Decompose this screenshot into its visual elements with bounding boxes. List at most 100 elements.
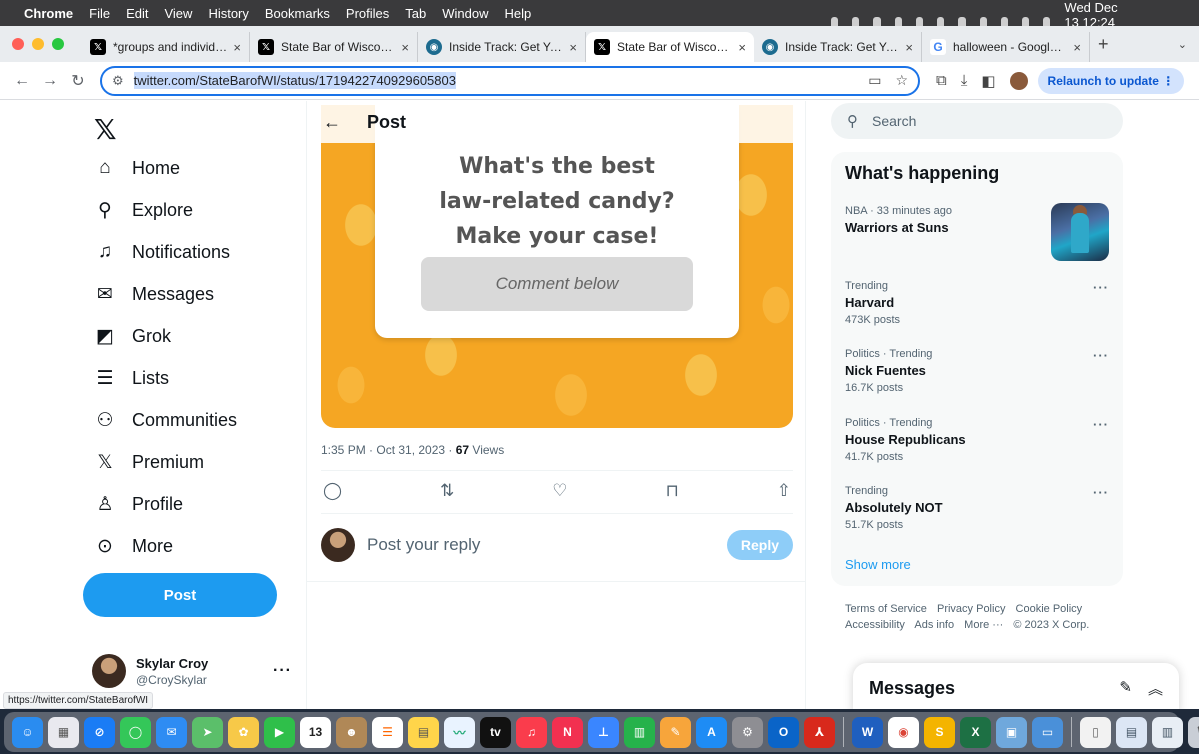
app-store-icon[interactable]: A	[696, 716, 727, 748]
menu-help[interactable]: Help	[505, 6, 532, 21]
more-dots-icon[interactable]: ···	[1093, 417, 1109, 432]
messages-icon[interactable]: ◯	[120, 716, 151, 748]
tab[interactable]: 𝕏 State Bar of Wisconsin ×	[250, 32, 418, 62]
trend-item[interactable]: Politics · Trending House Republicans 41…	[845, 417, 1109, 463]
post-button[interactable]: Post	[83, 573, 277, 617]
nav-grok[interactable]: ◩ Grok	[92, 325, 171, 348]
trend-item[interactable]: NBA · 33 minutes ago Warriors at Suns	[845, 203, 1109, 261]
menu-file[interactable]: File	[89, 6, 110, 21]
menu-app-name[interactable]: Chrome	[24, 6, 73, 21]
tab-search-chevron-icon[interactable]: ⌄	[1178, 38, 1187, 51]
tab[interactable]: ◉ Inside Track: Get Your ×	[418, 32, 586, 62]
slides-icon[interactable]: S	[924, 716, 955, 748]
close-tab-icon[interactable]: ×	[905, 40, 913, 55]
tab-active[interactable]: 𝕏 State Bar of Wisconsin ×	[586, 32, 754, 62]
tab[interactable]: 𝕏 *groups and individuals ×	[82, 32, 250, 62]
close-tab-icon[interactable]: ×	[1073, 40, 1081, 55]
reply-icon[interactable]: ◯	[323, 481, 342, 501]
reply-button[interactable]: Reply	[726, 530, 793, 560]
nav-lists[interactable]: ☰ Lists	[92, 367, 169, 390]
chrome-icon[interactable]: ◉	[888, 716, 919, 748]
new-message-icon[interactable]: ✎	[1119, 678, 1132, 699]
like-heart-icon[interactable]: ♡	[552, 481, 567, 501]
menu-edit[interactable]: Edit	[126, 6, 148, 21]
photos-icon[interactable]: ✿	[228, 716, 259, 748]
nav-home[interactable]: ⌂ Home	[92, 157, 180, 179]
nav-messages[interactable]: ✉ Messages	[92, 283, 214, 306]
facetime-icon[interactable]: ▶	[264, 716, 295, 748]
trend-item[interactable]: Politics · Trending Nick Fuentes 16.7K p…	[845, 348, 1109, 394]
more-dots-icon[interactable]: ···	[1093, 280, 1109, 295]
download-icon[interactable]: ⤓	[961, 72, 968, 89]
close-tab-icon[interactable]: ×	[233, 40, 241, 55]
music-icon[interactable]: ♫	[516, 716, 547, 748]
x-logo-icon[interactable]: 𝕏	[94, 113, 117, 146]
menu-view[interactable]: View	[164, 6, 192, 21]
nav-explore[interactable]: ⚲ Explore	[92, 199, 193, 222]
zoom-window-icon[interactable]	[52, 38, 64, 50]
tab[interactable]: ◉ Inside Track: Get Your ×	[754, 32, 922, 62]
footer-link[interactable]: Ads info	[914, 619, 954, 631]
back-arrow-icon[interactable]: ←	[10, 72, 34, 90]
close-window-icon[interactable]	[12, 38, 24, 50]
trend-item[interactable]: Trending Harvard 473K posts ···	[845, 280, 1109, 326]
tv-icon[interactable]: tv	[480, 716, 511, 748]
preview-icon[interactable]: ▣	[996, 716, 1027, 748]
safari-icon[interactable]: ⊘	[84, 716, 115, 748]
menu-window[interactable]: Window	[442, 6, 488, 21]
more-dots-icon[interactable]: ···	[1093, 348, 1109, 363]
account-switcher[interactable]: Skylar Croy @CroySkylar ···	[92, 654, 292, 688]
close-tab-icon[interactable]: ×	[401, 40, 409, 55]
excel-icon[interactable]: X	[960, 716, 991, 748]
numbers-icon[interactable]: ▥	[624, 716, 655, 748]
downloads-stack-icon[interactable]: ▥	[1152, 716, 1183, 748]
word-icon[interactable]: W	[852, 716, 883, 748]
contacts-icon[interactable]: ☻	[336, 716, 367, 748]
trend-item[interactable]: Trending Absolutely NOT 51.7K posts ···	[845, 485, 1109, 531]
profile-avatar[interactable]	[1009, 71, 1028, 90]
zoom-icon[interactable]: ▭	[1032, 716, 1063, 748]
system-settings-icon[interactable]: ⚙	[732, 716, 763, 748]
maps-icon[interactable]: ➤	[192, 716, 223, 748]
mail-icon[interactable]: ✉	[156, 716, 187, 748]
cast-icon[interactable]: ▭	[868, 72, 881, 89]
url-text[interactable]: twitter.com/StateBarofWI/status/17194227…	[133, 72, 456, 89]
menu-tab[interactable]: Tab	[405, 6, 426, 21]
back-arrow-icon[interactable]: ←	[323, 112, 341, 133]
site-info-icon[interactable]: ⚙	[112, 73, 124, 89]
nav-profile[interactable]: ♙ Profile	[92, 493, 183, 516]
new-tab-icon[interactable]: +	[1098, 34, 1109, 55]
side-panel-icon[interactable]: ◧	[981, 72, 995, 90]
document-icon[interactable]: ▯	[1080, 716, 1111, 748]
tab[interactable]: G halloween - Google Sea ×	[922, 32, 1090, 62]
launchpad-icon[interactable]: ▦	[48, 716, 79, 748]
more-dots-icon[interactable]: ···	[1093, 485, 1109, 500]
address-bar[interactable]: ⚙ twitter.com/StateBarofWI/status/171942…	[100, 65, 920, 96]
acrobat-icon[interactable]: ⅄	[804, 716, 835, 748]
messages-drawer[interactable]: Messages ✎ ︽	[853, 663, 1179, 709]
nav-communities[interactable]: ⚇ Communities	[92, 409, 237, 432]
news-icon[interactable]: N	[552, 716, 583, 748]
more-dots-icon[interactable]: ···	[273, 662, 292, 680]
footer-link[interactable]: Cookie Policy	[1016, 603, 1083, 615]
trash-icon[interactable]: 🗑	[1188, 716, 1199, 748]
expand-chevron-icon[interactable]: ︽	[1148, 678, 1163, 699]
freeform-icon[interactable]: 〰	[444, 716, 475, 748]
finder-icon[interactable]: ☺	[12, 716, 43, 748]
relaunch-button[interactable]: Relaunch to update ⋮	[1037, 67, 1185, 94]
footer-link[interactable]: Accessibility	[845, 619, 905, 631]
share-icon[interactable]: ⇧	[777, 481, 791, 501]
bookmark-star-icon[interactable]: ☆	[895, 72, 908, 89]
close-tab-icon[interactable]: ×	[569, 40, 577, 55]
pages-icon[interactable]: ✎	[660, 716, 691, 748]
footer-link[interactable]: More ···	[964, 619, 1003, 631]
show-more-link[interactable]: Show more	[845, 557, 911, 572]
nav-more[interactable]: ⊙ More	[92, 535, 173, 558]
nav-notifications[interactable]: ♫ Notifications	[92, 241, 230, 263]
keynote-icon[interactable]: ⊥	[588, 716, 619, 748]
notes-icon[interactable]: ▤	[408, 716, 439, 748]
post-timestamp[interactable]: 1:35 PM · Oct 31, 2023 · 67 Views	[321, 443, 504, 457]
reminders-icon[interactable]: ☰	[372, 716, 403, 748]
documents-stack-icon[interactable]: ▤	[1116, 716, 1147, 748]
reload-icon[interactable]: ↻	[66, 71, 90, 91]
